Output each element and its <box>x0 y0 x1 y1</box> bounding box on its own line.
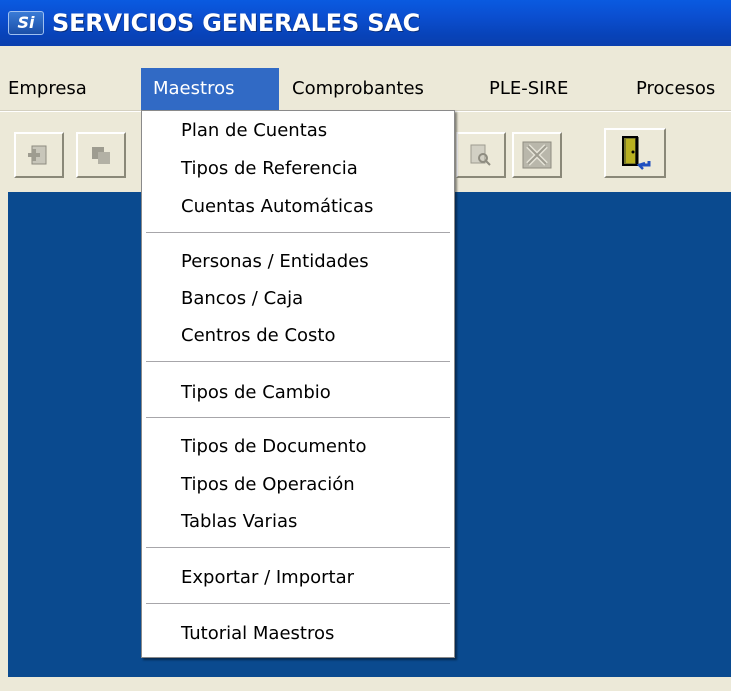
copy-pages-icon <box>92 147 110 164</box>
menu-empresa[interactable]: Empresa <box>0 68 149 110</box>
toolbar-add-button[interactable] <box>14 132 64 178</box>
window-title: SERVICIOS GENERALES SAC <box>52 9 421 37</box>
menu-item-bancos-caja[interactable]: Bancos / Caja <box>181 287 303 311</box>
menu-procesos[interactable]: Procesos <box>636 68 715 110</box>
menu-separator <box>146 417 450 419</box>
menu-item-cuentas-automaticas[interactable]: Cuentas Automáticas <box>181 195 373 219</box>
menu-item-tutorial-maestros[interactable]: Tutorial Maestros <box>181 622 334 646</box>
maestros-dropdown-menu: Plan de Cuentas Tipos de Referencia Cuen… <box>141 110 455 658</box>
menu-item-centros-de-costo[interactable]: Centros de Costo <box>181 324 335 348</box>
toolbar-copy-button[interactable] <box>76 132 126 178</box>
menu-separator <box>146 603 450 605</box>
menu-item-tablas-varias[interactable]: Tablas Varias <box>181 510 297 534</box>
menu-item-tipos-de-documento[interactable]: Tipos de Documento <box>181 435 366 459</box>
exit-door-icon <box>622 136 651 170</box>
application-window: Si SERVICIOS GENERALES SAC Empresa Maest… <box>0 0 731 691</box>
menu-item-personas-entidades[interactable]: Personas / Entidades <box>181 250 369 274</box>
title-bar[interactable]: Si SERVICIOS GENERALES SAC <box>0 0 731 46</box>
menu-comprobantes[interactable]: Comprobantes <box>292 68 424 110</box>
menu-separator <box>146 361 450 363</box>
print-preview-icon <box>470 144 491 166</box>
toolbar-exit-button[interactable] <box>604 128 666 178</box>
menu-maestros[interactable]: Maestros <box>141 68 279 110</box>
left-frame <box>0 192 8 677</box>
menu-ple-sire[interactable]: PLE-SIRE <box>489 68 568 110</box>
menu-item-plan-de-cuentas[interactable]: Plan de Cuentas <box>181 119 327 143</box>
add-document-icon <box>28 145 47 165</box>
toolbar-preview-button[interactable] <box>456 132 506 178</box>
toolbar-excel-button[interactable] <box>512 132 562 178</box>
menu-item-tipos-de-operacion[interactable]: Tipos de Operación <box>181 473 355 497</box>
bottom-frame <box>0 677 731 691</box>
excel-export-icon <box>522 141 552 169</box>
menubar-spacer <box>0 46 731 68</box>
menu-separator <box>146 232 450 234</box>
menu-item-tipos-de-cambio[interactable]: Tipos de Cambio <box>181 381 331 405</box>
menu-item-tipos-de-referencia[interactable]: Tipos de Referencia <box>181 157 358 181</box>
menu-separator <box>146 547 450 549</box>
app-logo-icon: Si <box>8 11 44 35</box>
menu-item-exportar-importar[interactable]: Exportar / Importar <box>181 566 354 590</box>
